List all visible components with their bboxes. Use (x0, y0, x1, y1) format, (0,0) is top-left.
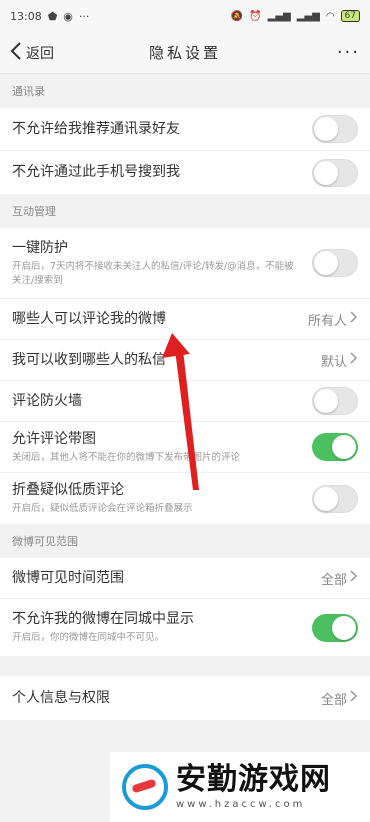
setting-row-one-key-protection: 一键防护 开启后，7天内将不接收未关注人的私信/评论/转发/@消息，不能被关注/… (0, 228, 370, 299)
watermark: 安勤游戏网 www.hzaccw.com (110, 752, 370, 822)
setting-row-private-messages[interactable]: 我可以收到哪些人的私信 默认 (0, 340, 370, 381)
setting-label: 不允许我的微博在同城中显示 (12, 611, 194, 628)
section-header-contacts: 通讯录 (0, 74, 370, 108)
mute-icon: 🔕 (230, 10, 244, 22)
watermark-title: 安勤游戏网 (176, 761, 331, 797)
toggle-switch[interactable] (312, 115, 358, 143)
watermark-url: www.hzaccw.com (176, 798, 306, 810)
setting-row-hide-in-local: 不允许我的微博在同城中显示 开启后，你的微博在同城中不可见。 (0, 599, 370, 656)
setting-row-who-can-comment[interactable]: 哪些人可以评论我的微博 所有人 (0, 299, 370, 340)
chevron-right-icon (350, 311, 358, 327)
setting-description: 开启后，疑似低质评论会在评论箱折叠展示 (12, 503, 193, 515)
nav-bar: 返回 隐私设置 ··· (0, 32, 370, 74)
alarm-icon: ⏰ (249, 10, 262, 22)
setting-label: 不允许通过此手机号搜到我 (12, 164, 180, 181)
page-title: 隐私设置 (148, 44, 221, 62)
status-time: 13:08 (10, 9, 42, 23)
setting-label: 我可以收到哪些人的私信 (12, 351, 166, 368)
setting-label: 允许评论带图 (12, 430, 96, 447)
setting-value: 默认 (320, 354, 347, 370)
toggle-switch[interactable] (312, 387, 358, 415)
setting-row-personal-info[interactable]: 个人信息与权限 全部 (0, 676, 370, 720)
setting-description: 开启后，7天内将不接收未关注人的私信/评论/转发/@消息，不能被关注/搜索到 (12, 260, 294, 286)
setting-row-allow-comment-images: 允许评论带图 关闭后，其他人将不能在你的微博下发布带图片的评论 (0, 422, 370, 473)
toggle-switch[interactable] (312, 613, 358, 642)
setting-label: 微博可见时间范围 (12, 569, 124, 586)
toggle-switch[interactable] (312, 158, 358, 187)
notification-icon: ⬟ (47, 9, 58, 23)
section-header-visibility: 微博可见范围 (0, 524, 370, 558)
status-dots: ··· (78, 9, 90, 23)
setting-value: 所有人 (307, 313, 347, 329)
chevron-right-icon (350, 352, 358, 368)
setting-label: 个人信息与权限 (12, 689, 110, 706)
setting-label: 哪些人可以评论我的微博 (12, 310, 166, 327)
setting-description: 关闭后，其他人将不能在你的微博下发布带图片的评论 (12, 451, 241, 463)
toggle-switch[interactable] (312, 433, 358, 461)
signal2-icon: ▂▄▆ (296, 10, 320, 22)
setting-value: 全部 (320, 572, 347, 588)
wifi-icon: ◠ (325, 10, 335, 22)
setting-value: 全部 (320, 692, 347, 708)
setting-row-no-phone-search: 不允许通过此手机号搜到我 (0, 151, 370, 194)
setting-label: 评论防火墙 (12, 392, 82, 409)
chevron-right-icon (350, 570, 358, 586)
chevron-left-icon (10, 41, 22, 64)
setting-row-visible-time-range[interactable]: 微博可见时间范围 全部 (0, 558, 370, 599)
toggle-switch[interactable] (312, 484, 358, 513)
back-button[interactable]: 返回 (10, 41, 54, 64)
status-bar: 13:08 ⬟ ◉ ··· 🔕 ⏰ ▂▄▆ ▂▄▆ ◠ 67 (0, 0, 370, 32)
chevron-right-icon (350, 690, 358, 706)
setting-label: 一键防护 (12, 239, 68, 256)
section-header-interaction: 互动管理 (0, 194, 370, 228)
weibo-notify-icon: ◉ (63, 9, 73, 23)
back-label: 返回 (26, 45, 54, 62)
setting-row-comment-firewall: 评论防火墙 (0, 381, 370, 422)
watermark-logo (122, 764, 168, 810)
setting-row-fold-low-quality: 折叠疑似低质评论 开启后，疑似低质评论会在评论箱折叠展示 (0, 473, 370, 524)
toggle-switch[interactable] (312, 249, 358, 277)
setting-row-no-recommend-contacts: 不允许给我推荐通讯录好友 (0, 108, 370, 151)
more-menu-button[interactable]: ··· (337, 42, 360, 63)
setting-label: 折叠疑似低质评论 (12, 482, 124, 499)
battery-icon: 67 (340, 10, 360, 22)
signal-icon: ▂▄▆ (267, 10, 291, 22)
setting-label: 不允许给我推荐通讯录好友 (12, 120, 180, 137)
setting-description: 开启后，你的微博在同城中不可见。 (12, 632, 165, 644)
